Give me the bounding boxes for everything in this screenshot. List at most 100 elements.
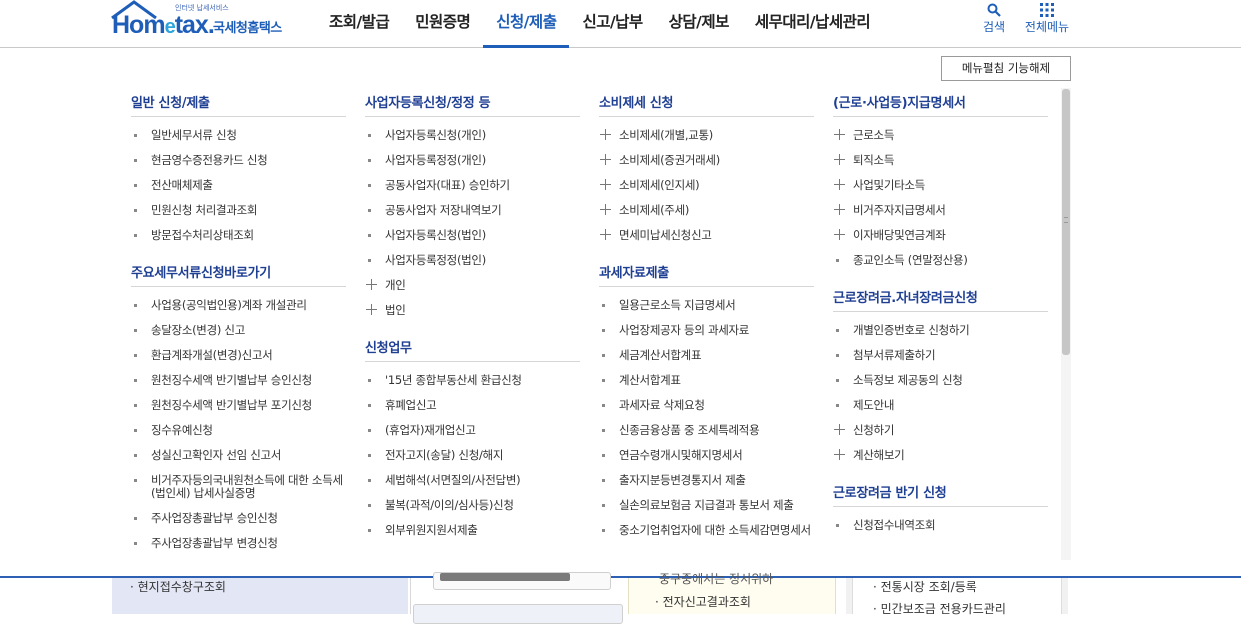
menu-item[interactable]: 비거주자등의국내원천소득에 대한 소득세(법인세) 납세사실증명 bbox=[131, 468, 346, 506]
menu-item[interactable]: 신청접수내역조회 bbox=[833, 513, 1048, 538]
menu-item-label: 세법해석(서면질의/사전답변) bbox=[385, 473, 521, 487]
menu-item-label: 원천징수세액 반기별납부 승인신청 bbox=[151, 373, 312, 387]
menu-item[interactable]: 중소기업취업자에 대한 소득세감면명세서 bbox=[599, 518, 814, 543]
all-menu-button[interactable]: 전체메뉴 bbox=[1020, 0, 1074, 35]
bullet-icon bbox=[602, 454, 605, 457]
menu-item[interactable]: 신종금융상품 중 조세특례적용 bbox=[599, 418, 814, 443]
menu-item-label: 민원신청 처리결과조회 bbox=[151, 203, 258, 217]
menu-item[interactable]: 원천징수세액 반기별납부 포기신청 bbox=[131, 393, 346, 418]
menu-item[interactable]: 사업용(공익법인용)계좌 개설관리 bbox=[131, 293, 346, 318]
nav-tab-3[interactable]: 신청/제출 bbox=[483, 0, 570, 48]
bullet-icon bbox=[368, 134, 371, 137]
menu-item[interactable]: 성실신고확인자 선임 신고서 bbox=[131, 443, 346, 468]
menu-item[interactable]: 개별인증번호로 신청하기 bbox=[833, 318, 1048, 343]
menu-item[interactable]: 징수유예신청 bbox=[131, 418, 346, 443]
menu-item[interactable]: 세법해석(서면질의/사전답변) bbox=[365, 468, 580, 493]
menu-item-label: (휴업자)재개업신고 bbox=[385, 423, 476, 437]
menu-item-label: 소비제세(증권거래세) bbox=[619, 153, 720, 167]
menu-item[interactable]: 불복(과적/이의/심사등)신청 bbox=[365, 493, 580, 518]
menu-item[interactable]: 공동사업자 저장내역보기 bbox=[365, 198, 580, 223]
menu-item[interactable]: 과세자료 삭제요청 bbox=[599, 393, 814, 418]
menu-item[interactable]: 일반세무서류 신청 bbox=[131, 123, 346, 148]
nav-tab-4[interactable]: 신고/납부 bbox=[569, 0, 655, 47]
menu-item[interactable]: 사업자등록신청(법인) bbox=[365, 223, 580, 248]
bullet-icon bbox=[602, 429, 605, 432]
menu-group-title: (근로·사업등)지급명세서 bbox=[833, 92, 1048, 117]
bg-link-subsidy-card[interactable]: · 민간보조금 전용카드관리 bbox=[873, 600, 1006, 617]
menu-item-label: 일반세무서류 신청 bbox=[151, 128, 237, 142]
menu-item[interactable]: 첨부서류제출하기 bbox=[833, 343, 1048, 368]
menu-item[interactable]: 계산서합계표 bbox=[599, 368, 814, 393]
nav-tab-2[interactable]: 민원증명 bbox=[402, 0, 483, 47]
menu-item[interactable]: 외부위원지원서제출 bbox=[365, 518, 580, 543]
menu-item-label: 신청접수내역조회 bbox=[853, 518, 936, 532]
menu-item[interactable]: '15년 종합부동산세 환급신청 bbox=[365, 368, 580, 393]
menu-item[interactable]: 사업자등록신청(개인) bbox=[365, 123, 580, 148]
menu-column-4: (근로·사업등)지급명세서근로소득 퇴직소득 사업및기타소득 비거주자지급명세서 이자배… bbox=[833, 48, 1048, 538]
bullet-icon bbox=[602, 479, 605, 482]
menu-item[interactable]: 소비제세(인지세) bbox=[599, 173, 814, 198]
hometax-logo[interactable]: 인터넷 납세서비스 Hometax. 국세청홈택스 bbox=[110, 0, 300, 44]
menu-item[interactable]: 종교인소득 (연말정산용) bbox=[833, 248, 1048, 273]
bg-link-field-office[interactable]: · 현지접수창구조회 bbox=[130, 578, 226, 595]
bullet-icon bbox=[134, 542, 137, 545]
bg-link-traditional-market[interactable]: · 전통시장 조회/등록 bbox=[873, 578, 977, 595]
menu-group-title: 주요세무서류신청바로가기 bbox=[131, 262, 346, 287]
bullet-icon bbox=[134, 304, 137, 307]
background-input-box[interactable] bbox=[413, 604, 623, 624]
background-banner-box[interactable] bbox=[433, 572, 611, 590]
bullet-icon bbox=[602, 404, 605, 407]
menu-item[interactable]: 일용근로소득 지급명세서 bbox=[599, 293, 814, 318]
menu-item[interactable]: 방문접수처리상태조회 bbox=[131, 223, 346, 248]
menu-item-label: 소비제세(인지세) bbox=[619, 178, 700, 192]
bullet-icon bbox=[602, 354, 605, 357]
menu-item[interactable]: (휴업자)재개업신고 bbox=[365, 418, 580, 443]
menu-item[interactable]: 이자배당및연금계좌 bbox=[833, 223, 1048, 248]
menu-item-label: 방문접수처리상태조회 bbox=[151, 228, 254, 242]
menu-item[interactable]: 소비제세(개별,교통) bbox=[599, 123, 814, 148]
search-button[interactable]: 검색 bbox=[979, 0, 1009, 35]
menu-item[interactable]: 송달장소(변경) 신고 bbox=[131, 318, 346, 343]
menu-item[interactable]: 원천징수세액 반기별납부 승인신청 bbox=[131, 368, 346, 393]
menu-item[interactable]: 실손의료보험금 지급결과 통보서 제출 bbox=[599, 493, 814, 518]
menu-item[interactable]: 사업및기타소득 bbox=[833, 173, 1048, 198]
bullet-icon bbox=[134, 209, 137, 212]
menu-item[interactable]: 연금수령개시및해지명세서 bbox=[599, 443, 814, 468]
menu-item-label: 불복(과적/이의/심사등)신청 bbox=[385, 498, 514, 512]
menu-item[interactable]: 소득정보 제공동의 신청 bbox=[833, 368, 1048, 393]
menu-item[interactable]: 면세미납세신청신고 bbox=[599, 223, 814, 248]
menu-item[interactable]: 전산매체제출 bbox=[131, 173, 346, 198]
main-navigation: 조회/발급 민원증명 신청/제출 신고/납부 상담/제보 세무대리/납세관리 bbox=[316, 0, 883, 48]
menu-item[interactable]: 제도안내 bbox=[833, 393, 1048, 418]
menu-item[interactable]: 휴폐업신고 bbox=[365, 393, 580, 418]
bullet-icon bbox=[134, 134, 137, 137]
menu-item[interactable]: 신청하기 bbox=[833, 418, 1048, 443]
menu-item[interactable]: 주사업장총괄납부 변경신청 bbox=[131, 531, 346, 556]
menu-item[interactable]: 계산해보기 bbox=[833, 443, 1048, 468]
menu-item[interactable]: 비거주자지급명세서 bbox=[833, 198, 1048, 223]
menu-item[interactable]: 민원신청 처리결과조회 bbox=[131, 198, 346, 223]
expand-plus-icon bbox=[834, 229, 845, 240]
menu-item[interactable]: 사업자등록정정(개인) bbox=[365, 148, 580, 173]
menu-item[interactable]: 전자고지(송달) 신청/해지 bbox=[365, 443, 580, 468]
bg-link-efiling-result[interactable]: · 전자신고결과조회 bbox=[655, 593, 751, 610]
menu-item[interactable]: 퇴직소득 bbox=[833, 148, 1048, 173]
nav-tab-6[interactable]: 세무대리/납세관리 bbox=[742, 0, 883, 47]
menu-item[interactable]: 소비제세(증권거래세) bbox=[599, 148, 814, 173]
menu-item[interactable]: 주사업장총괄납부 승인신청 bbox=[131, 506, 346, 531]
menu-item[interactable]: 사업자등록정정(법인) bbox=[365, 248, 580, 273]
bullet-icon bbox=[134, 329, 137, 332]
menu-item[interactable]: 근로소득 bbox=[833, 123, 1048, 148]
menu-item[interactable]: 사업장제공자 등의 과세자료 bbox=[599, 318, 814, 343]
menu-item-label: 소비제세(개별,교통) bbox=[619, 128, 713, 142]
nav-tab-5[interactable]: 상담/제보 bbox=[656, 0, 742, 47]
menu-item[interactable]: 현금영수증전용카드 신청 bbox=[131, 148, 346, 173]
menu-item[interactable]: 소비제세(주세) bbox=[599, 198, 814, 223]
menu-item[interactable]: 세금계산서합계표 bbox=[599, 343, 814, 368]
menu-item[interactable]: 개인 bbox=[365, 273, 580, 298]
nav-tab-1[interactable]: 조회/발급 bbox=[316, 0, 402, 47]
menu-item[interactable]: 환급계좌개설(변경)신고서 bbox=[131, 343, 346, 368]
menu-item[interactable]: 공동사업자(대표) 승인하기 bbox=[365, 173, 580, 198]
menu-item[interactable]: 법인 bbox=[365, 298, 580, 323]
menu-item[interactable]: 출자지분등변경통지서 제출 bbox=[599, 468, 814, 493]
